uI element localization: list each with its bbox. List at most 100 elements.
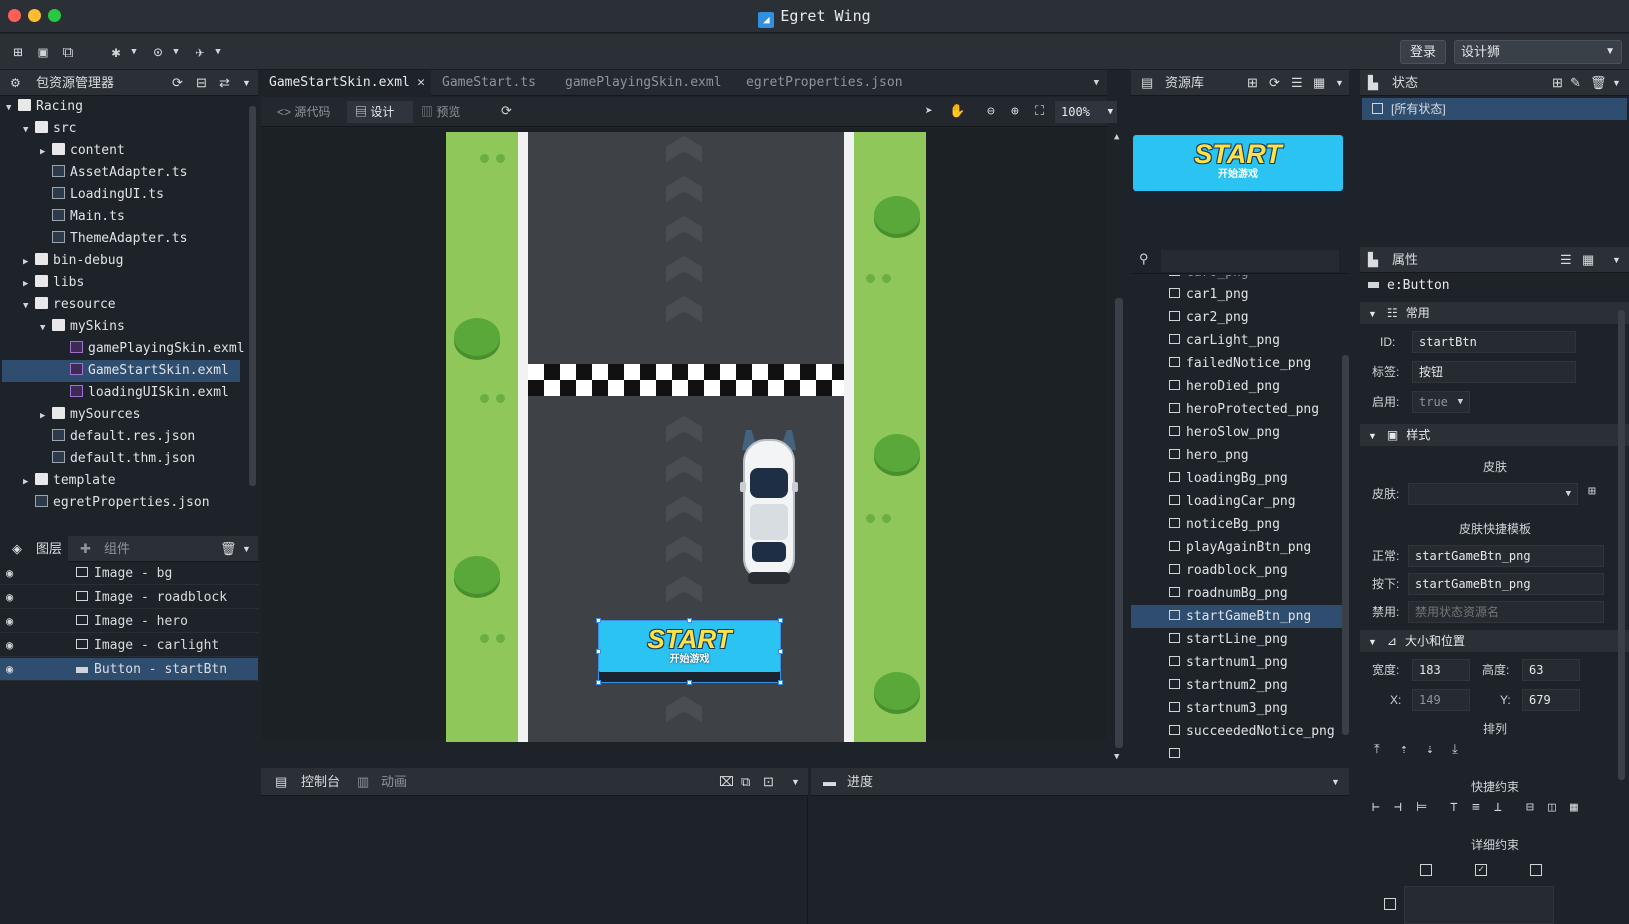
- state-item-selected[interactable]: [所有状态]: [1362, 98, 1627, 120]
- resource-item[interactable]: failedNotice_png: [1131, 352, 1346, 375]
- tree-item[interactable]: ▶ content: [40, 140, 125, 162]
- tab-console[interactable]: 控制台: [301, 768, 340, 796]
- run-dropdown-icon[interactable]: ▼: [166, 42, 186, 62]
- tab-progress[interactable]: 进度: [847, 768, 873, 796]
- window-icon[interactable]: ⊡: [763, 768, 774, 796]
- link-editor-icon[interactable]: ⇄: [219, 70, 230, 96]
- y-input[interactable]: 679: [1522, 689, 1580, 711]
- resource-item[interactable]: loadingCar_png: [1131, 490, 1346, 513]
- tree-item[interactable]: ▼ src: [23, 118, 76, 140]
- publish-dropdown-icon[interactable]: ▼: [208, 42, 228, 62]
- down-input[interactable]: startGameBtn_png: [1408, 573, 1604, 595]
- layer-row[interactable]: ◉ Image - hero: [0, 610, 258, 633]
- close-icon[interactable]: ✕: [417, 70, 425, 96]
- tabs-menu-icon[interactable]: ▼: [1094, 70, 1099, 96]
- tree-item[interactable]: ▼ Racing: [6, 96, 83, 118]
- source-mode-button[interactable]: <> 源代码: [269, 101, 347, 123]
- zoom-select[interactable]: 100% ▼: [1055, 101, 1117, 123]
- resource-item[interactable]: startnum2_png: [1131, 674, 1346, 697]
- resource-item[interactable]: heroDied_png: [1131, 375, 1346, 398]
- resource-item[interactable]: loadingBg_png: [1131, 467, 1346, 490]
- eye-icon[interactable]: ◉: [6, 658, 26, 681]
- eye-icon[interactable]: ◉: [6, 586, 26, 609]
- console-output[interactable]: [261, 797, 808, 924]
- layer-row[interactable]: ◉ Image - bg: [0, 562, 258, 585]
- layer-row-selected[interactable]: ◉ Button - startBtn: [0, 658, 258, 681]
- normal-input[interactable]: startGameBtn_png: [1408, 545, 1604, 567]
- resource-item-selected[interactable]: startGameBtn_png: [1131, 605, 1344, 628]
- zoom-out-icon[interactable]: ⊖: [987, 101, 995, 123]
- open-folder-icon[interactable]: ⊞: [8, 42, 28, 62]
- tab-gameplayingskin[interactable]: gamePlayingSkin.exml: [557, 70, 735, 96]
- tree-item[interactable]: default.thm.json: [52, 448, 195, 470]
- scroll-up-icon[interactable]: ▲: [1114, 132, 1119, 142]
- tag-input[interactable]: 按钮: [1412, 361, 1576, 383]
- tab-animation[interactable]: 动画: [381, 768, 407, 796]
- tree-item[interactable]: egretProperties.json: [35, 492, 210, 514]
- tree-item[interactable]: ▶ libs: [23, 272, 84, 294]
- tree-item[interactable]: ▼ mySkins: [40, 316, 125, 338]
- hand-tool-icon[interactable]: ✋: [949, 101, 965, 123]
- constraint-center-checkbox[interactable]: ✓: [1475, 864, 1487, 876]
- refresh-icon[interactable]: ⟳: [1269, 70, 1280, 96]
- section-size-position[interactable]: ▼ ⊿ 大小和位置: [1360, 630, 1629, 652]
- resource-item[interactable]: car1_png: [1131, 283, 1346, 306]
- design-mode-button[interactable]: ▤ 设计: [347, 101, 413, 123]
- resource-item[interactable]: heroSlow_png: [1131, 421, 1346, 444]
- login-button[interactable]: 登录: [1400, 40, 1446, 64]
- id-input[interactable]: startBtn: [1412, 331, 1576, 353]
- clear-console-icon[interactable]: ⌧: [719, 768, 734, 796]
- layer-row[interactable]: ◉ Image - roadblock: [0, 586, 258, 609]
- eye-icon[interactable]: ◉: [6, 610, 26, 633]
- tree-item[interactable]: ▶ mySources: [40, 404, 140, 426]
- category-view-icon[interactable]: ▦: [1582, 247, 1594, 273]
- tree-item[interactable]: LoadingUI.ts: [52, 184, 164, 206]
- save-all-icon[interactable]: ⧉: [58, 42, 78, 62]
- explorer-scrollbar[interactable]: [249, 106, 256, 486]
- layers-menu-icon[interactable]: ▼: [242, 536, 251, 562]
- align-hcenter-icon[interactable]: ⊣: [1394, 800, 1402, 815]
- align-vcenter-icon[interactable]: ≡: [1472, 800, 1480, 815]
- resource-item[interactable]: roadblock_png: [1131, 559, 1346, 582]
- zoom-in-icon[interactable]: ⊕: [1011, 101, 1019, 123]
- collapse-all-icon[interactable]: ⊟: [196, 70, 207, 96]
- resource-search[interactable]: ⚲: [1131, 248, 1349, 274]
- enabled-select[interactable]: true ▼: [1412, 391, 1470, 413]
- tab-layers[interactable]: 图层: [36, 536, 62, 562]
- align-bottom-icon[interactable]: ⊥: [1494, 800, 1502, 815]
- resource-item[interactable]: carLight_png: [1131, 329, 1346, 352]
- new-skin-icon[interactable]: ⊞: [1588, 484, 1596, 499]
- tree-item[interactable]: loadingUISkin.exml: [70, 382, 229, 404]
- publish-icon[interactable]: ✈: [190, 42, 210, 62]
- height-input[interactable]: 63: [1522, 659, 1580, 681]
- debug-icon[interactable]: ✱: [106, 42, 126, 62]
- width-input[interactable]: 183: [1412, 659, 1470, 681]
- tree-item[interactable]: ▼ resource: [23, 294, 116, 316]
- delete-state-icon[interactable]: 🗑: [1590, 70, 1607, 96]
- resource-item[interactable]: noticeBg_png: [1131, 513, 1346, 536]
- trash-icon[interactable]: 🗑: [220, 536, 237, 562]
- constraint-top-checkbox[interactable]: [1384, 898, 1396, 910]
- scroll-down-icon[interactable]: ▼: [1114, 752, 1119, 762]
- resource-item[interactable]: startnum3_png: [1131, 697, 1346, 720]
- preview-mode-button[interactable]: ▥ 预览: [413, 101, 479, 123]
- skin-select[interactable]: ▼: [1408, 483, 1578, 505]
- align-top-icon[interactable]: ⊤: [1450, 800, 1458, 815]
- console-menu-icon[interactable]: ▼: [791, 768, 800, 796]
- x-input[interactable]: 149: [1412, 689, 1470, 711]
- fill-width-icon[interactable]: ⊟: [1526, 800, 1534, 815]
- edit-state-icon[interactable]: ✎: [1570, 70, 1581, 96]
- resource-item[interactable]: heroProtected_png: [1131, 398, 1346, 421]
- hero-car[interactable]: [738, 430, 800, 588]
- section-common[interactable]: ▼ ☷ 常用: [1360, 302, 1629, 324]
- resource-item[interactable]: succeededNotice_png: [1131, 720, 1346, 743]
- tree-item[interactable]: gamePlayingSkin.exml: [70, 338, 245, 360]
- tree-item[interactable]: ThemeAdapter.ts: [52, 228, 187, 250]
- align-left-icon[interactable]: ⊢: [1372, 800, 1380, 815]
- progress-menu-icon[interactable]: ▼: [1331, 768, 1340, 796]
- states-menu-icon[interactable]: ▼: [1612, 70, 1621, 96]
- properties-scrollbar[interactable]: [1618, 310, 1625, 780]
- list-view-icon[interactable]: ☰: [1291, 70, 1303, 96]
- detail-view-icon[interactable]: ▦: [1313, 70, 1325, 96]
- bring-to-front-icon[interactable]: ⤒: [1374, 742, 1380, 757]
